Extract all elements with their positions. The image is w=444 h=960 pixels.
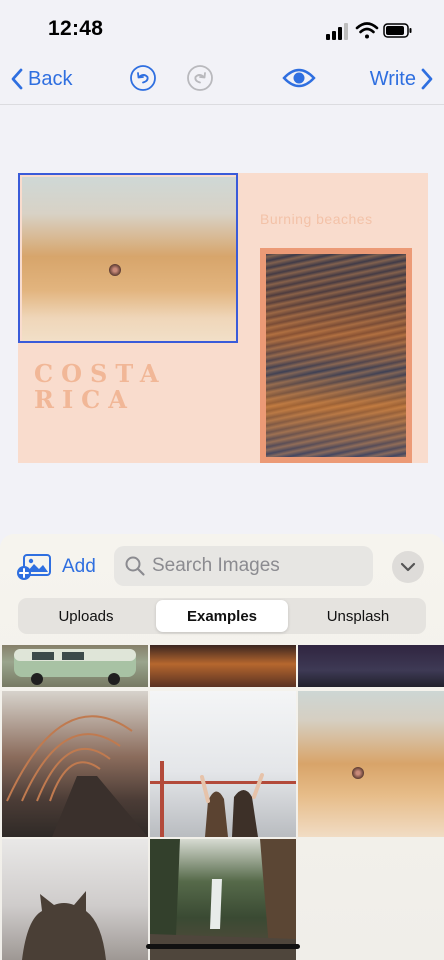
design-title-line2[interactable]: RICA xyxy=(34,385,135,414)
van-shape xyxy=(14,649,136,685)
example-image-forest-waterfall[interactable] xyxy=(150,839,296,960)
back-label: Back xyxy=(28,67,73,90)
chevron-down-icon xyxy=(400,562,416,572)
write-label: Write xyxy=(369,67,416,90)
example-image-cat-snow[interactable] xyxy=(2,839,148,960)
design-subtitle[interactable]: Burning beaches xyxy=(260,211,373,227)
collapse-panel-button[interactable] xyxy=(392,551,424,583)
selection-outline xyxy=(18,173,238,343)
chevron-left-icon xyxy=(11,68,23,90)
bridge-arches xyxy=(6,715,148,837)
battery-icon xyxy=(383,23,412,38)
design-title-line1[interactable]: COSTA xyxy=(34,359,167,388)
write-button[interactable]: Write xyxy=(370,64,434,94)
example-image-bridge-tunnel[interactable] xyxy=(2,691,148,837)
example-image-dusk[interactable] xyxy=(298,645,444,687)
wifi-icon xyxy=(355,22,379,39)
status-icons xyxy=(326,22,412,40)
sunset-water-photo[interactable] xyxy=(266,254,406,457)
tab-uploads[interactable]: Uploads xyxy=(20,600,152,632)
example-image-sunset-water[interactable] xyxy=(150,645,296,687)
search-field[interactable] xyxy=(114,546,373,586)
nav-bar: Back Write xyxy=(0,54,444,105)
example-image-beach-aerial[interactable] xyxy=(298,691,444,837)
home-indicator xyxy=(146,944,300,949)
chevron-right-icon xyxy=(421,68,433,90)
add-photo-icon xyxy=(17,554,51,580)
search-icon xyxy=(125,556,145,576)
cellular-signal-icon xyxy=(326,23,348,40)
back-button[interactable]: Back xyxy=(10,64,72,94)
example-image-golden-gate-friends[interactable] xyxy=(150,691,296,837)
status-bar: 12:48 xyxy=(0,0,444,54)
cat-shape xyxy=(22,891,106,960)
status-time: 12:48 xyxy=(48,17,104,40)
image-source-tabs: Uploads Examples Unsplash xyxy=(18,598,426,634)
tab-unsplash[interactable]: Unsplash xyxy=(292,600,424,632)
search-input[interactable] xyxy=(152,555,362,577)
undo-icon[interactable] xyxy=(129,64,157,92)
tab-examples[interactable]: Examples xyxy=(156,600,288,632)
eye-icon[interactable] xyxy=(282,64,316,92)
beach-person-thumb xyxy=(352,767,364,779)
forest-shape xyxy=(150,839,296,960)
example-image-van[interactable] xyxy=(2,645,148,687)
redo-icon[interactable] xyxy=(186,64,214,92)
friends-shape xyxy=(150,761,296,837)
add-label: Add xyxy=(62,556,96,577)
add-image-button[interactable]: Add xyxy=(16,552,96,582)
